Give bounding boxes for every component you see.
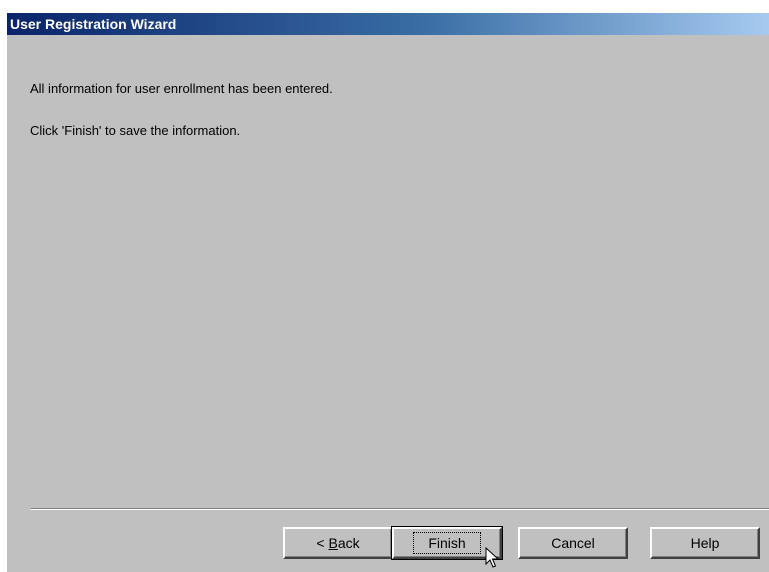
cancel-button[interactable]: Cancel [518,527,628,559]
button-separator [31,508,769,510]
back-button-mnemonic: B [328,535,338,551]
arrow-pointer-icon [485,547,499,568]
wizard-dialog: User Registration Wizard All information… [7,13,769,572]
completion-message: All information for user enrollment has … [30,81,333,96]
window-title: User Registration Wizard [10,16,177,32]
cancel-button-label: Cancel [551,535,595,551]
back-button-label: ack [337,535,360,551]
finish-instruction: Click 'Finish' to save the information. [30,123,241,138]
help-button[interactable]: Help [650,527,760,559]
back-button[interactable]: < Back [283,527,393,559]
help-button-label: Help [690,535,720,551]
back-button-prefix: < [316,535,329,551]
title-bar[interactable]: User Registration Wizard [7,13,769,35]
finish-button-label: Finish [413,532,481,554]
